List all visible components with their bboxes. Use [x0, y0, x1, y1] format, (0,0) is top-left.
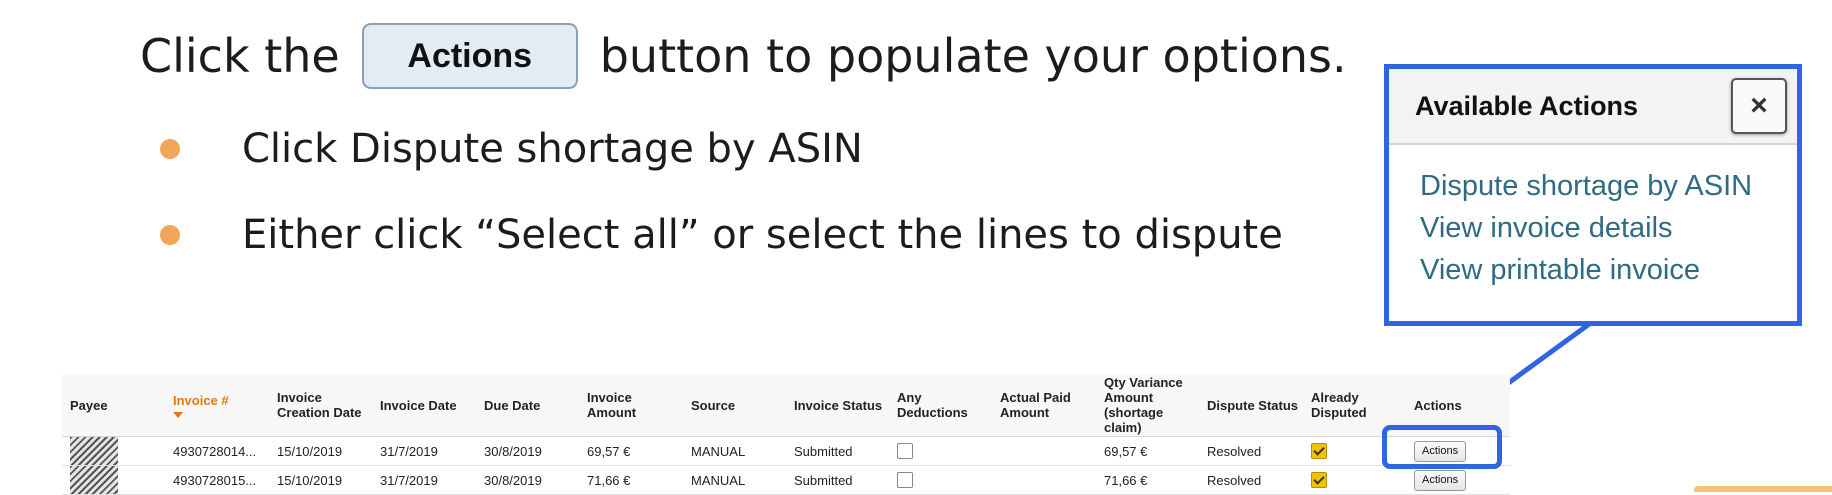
invoice-date-cell: 31/7/2019	[372, 444, 476, 459]
column-header-qty-variance[interactable]: Qty Variance Amount (shortage claim)	[1096, 375, 1199, 435]
popover-action-list: Dispute shortage by ASIN View invoice de…	[1389, 145, 1797, 291]
column-header-invoice-status[interactable]: Invoice Status	[786, 398, 889, 413]
dispute-status-cell: Resolved	[1199, 473, 1303, 488]
sort-descending-icon	[173, 412, 183, 418]
invoice-amount-cell: 71,66 €	[579, 473, 683, 488]
column-header-creation-date[interactable]: Invoice Creation Date	[269, 390, 372, 420]
redacted-payee-image	[70, 466, 118, 494]
column-header-invoice-date[interactable]: Invoice Date	[372, 398, 476, 413]
invoice-status-cell: Submitted	[786, 444, 889, 459]
any-deductions-checkbox[interactable]	[897, 472, 913, 488]
actions-button-highlight	[1382, 425, 1502, 469]
already-disputed-cell	[1303, 472, 1406, 489]
actions-cell: Actions	[1406, 470, 1509, 491]
invoice-table: Payee Invoice # Invoice Creation Date In…	[62, 374, 1510, 495]
table-row: 4930728015... 15/10/2019 31/7/2019 30/8/…	[62, 466, 1510, 495]
available-actions-popover: Available Actions × Dispute shortage by …	[1384, 64, 1802, 326]
payee-cell	[62, 466, 165, 494]
action-dispute-shortage-link[interactable]: Dispute shortage by ASIN	[1420, 165, 1797, 207]
column-header-source[interactable]: Source	[683, 398, 786, 413]
creation-date-cell: 15/10/2019	[269, 473, 372, 488]
payee-cell	[62, 437, 165, 465]
column-header-invoice-number[interactable]: Invoice #	[165, 393, 269, 418]
invoice-number-cell[interactable]: 4930728015...	[165, 473, 269, 488]
column-header-already-disputed[interactable]: Already Disputed	[1303, 390, 1406, 420]
column-header-invoice-amount[interactable]: Invoice Amount	[579, 390, 683, 420]
redacted-payee-image	[70, 437, 118, 465]
column-header-actual-paid[interactable]: Actual Paid Amount	[992, 390, 1096, 420]
qty-variance-cell: 69,57 €	[1096, 444, 1199, 459]
column-header-label: Invoice #	[173, 393, 229, 408]
qty-variance-cell: 71,66 €	[1096, 473, 1199, 488]
column-header-dispute-status[interactable]: Dispute Status	[1199, 398, 1303, 413]
dispute-status-cell: Resolved	[1199, 444, 1303, 459]
column-header-any-deductions[interactable]: Any Deductions	[889, 390, 992, 420]
column-header-due-date[interactable]: Due Date	[476, 398, 579, 413]
source-cell: MANUAL	[683, 473, 786, 488]
due-date-cell: 30/8/2019	[476, 444, 579, 459]
any-deductions-cell	[889, 443, 992, 460]
close-icon[interactable]: ×	[1731, 78, 1787, 134]
action-view-printable-invoice-link[interactable]: View printable invoice	[1420, 249, 1797, 291]
already-disputed-checkbox[interactable]	[1311, 472, 1327, 488]
table-header-row: Payee Invoice # Invoice Creation Date In…	[62, 374, 1510, 437]
action-view-invoice-details-link[interactable]: View invoice details	[1420, 207, 1797, 249]
source-cell: MANUAL	[683, 444, 786, 459]
row-actions-button[interactable]: Actions	[1414, 470, 1466, 491]
due-date-cell: 30/8/2019	[476, 473, 579, 488]
invoice-status-cell: Submitted	[786, 473, 889, 488]
table-row: 4930728014... 15/10/2019 31/7/2019 30/8/…	[62, 437, 1510, 466]
any-deductions-checkbox[interactable]	[897, 443, 913, 459]
column-header-payee[interactable]: Payee	[62, 398, 165, 413]
column-header-actions: Actions	[1406, 398, 1509, 413]
popover-header: Available Actions ×	[1389, 69, 1797, 145]
already-disputed-checkbox[interactable]	[1311, 443, 1327, 459]
invoice-date-cell: 31/7/2019	[372, 473, 476, 488]
invoice-number-cell[interactable]: 4930728014...	[165, 444, 269, 459]
invoice-amount-cell: 69,57 €	[579, 444, 683, 459]
any-deductions-cell	[889, 472, 992, 489]
popover-title: Available Actions	[1415, 91, 1638, 122]
creation-date-cell: 15/10/2019	[269, 444, 372, 459]
decorative-corner	[1694, 486, 1832, 492]
